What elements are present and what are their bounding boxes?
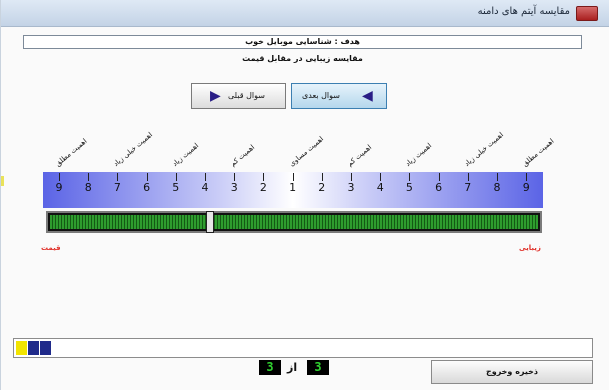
scale-tick <box>292 173 294 181</box>
question-counter: 3 از 3 <box>257 358 347 378</box>
scale-label: اهمیت مساوی <box>287 134 325 168</box>
slider-thumb[interactable] <box>206 211 214 233</box>
scale-number: 2 <box>259 181 267 194</box>
scale-label: اهمیت مطلق <box>521 137 556 168</box>
scale-tick <box>117 173 119 181</box>
progress-strip <box>13 338 593 358</box>
scale-label: اهمیت کم <box>229 143 257 168</box>
goal-text: هدف : شناسایی موبایل خوب <box>23 35 582 49</box>
scale-label: اهمیت مطلق <box>53 137 89 168</box>
current-question-display: 3 <box>259 360 281 375</box>
save-exit-button[interactable]: ذخیره وخروج <box>431 360 593 384</box>
scale-label: اهمیت خیلی زیاد <box>462 130 505 168</box>
scale-number: 3 <box>230 181 238 194</box>
scale-tick <box>59 173 60 181</box>
scale-labels: اهمیت مطلق اهمیت خیلی زیاد اهمیت زیاد اهمیت… <box>41 120 561 172</box>
scale-tick <box>467 173 469 181</box>
progress-cell <box>16 341 27 355</box>
beauty-end-label: زیبایی <box>519 244 541 252</box>
scale-tick <box>497 173 498 181</box>
comparison-title: مقایسه زیبایی در مقابل قیمت <box>242 54 363 63</box>
scale-tick <box>321 173 323 181</box>
scale-tick <box>146 173 148 181</box>
scale-label: اهمیت کم <box>345 143 374 168</box>
scale-tick <box>205 173 206 181</box>
scale-label: اهمیت خیلی زیاد <box>112 130 155 168</box>
price-end-label: قیمت <box>41 244 61 252</box>
scale-number: 3 <box>347 181 355 194</box>
scale-label: اهمیت زیاد <box>404 141 434 168</box>
scale-number: 9 <box>522 181 530 194</box>
progress-cell <box>40 341 51 355</box>
comparison-window: مقایسه آیتم های دامنه هدف : شناسایی موبا… <box>0 0 609 390</box>
scale-tick <box>380 173 382 181</box>
progress-cell <box>28 341 39 355</box>
arrow-right-icon: ▶ <box>210 88 221 104</box>
scale-number: 9 <box>55 181 63 194</box>
window-title: مقایسه آیتم های دامنه <box>477 6 570 17</box>
scale-number: 6 <box>435 181 443 194</box>
scale-label: اهمیت زیاد <box>170 141 200 168</box>
edge-marker <box>1 176 4 186</box>
total-questions-display: 3 <box>307 360 329 375</box>
scale-tick <box>409 173 411 181</box>
scale-number: 2 <box>318 181 326 194</box>
scale-tick <box>175 173 177 181</box>
scale-tick <box>438 173 440 181</box>
scale-number: 4 <box>201 181 209 194</box>
scale-tick <box>88 173 90 181</box>
scale-tick <box>526 173 528 181</box>
scale-number: 1 <box>289 181 297 194</box>
arrow-left-icon: ◀ <box>362 88 373 104</box>
title-bar: مقایسه آیتم های دامنه <box>1 0 609 27</box>
scale-number: 4 <box>376 181 384 194</box>
app-icon <box>576 6 598 21</box>
progress-fill <box>16 341 52 355</box>
scale-number: 5 <box>172 181 180 194</box>
previous-question-button[interactable]: ▶ سوال قبلی <box>191 83 286 109</box>
scale-number: 8 <box>493 181 501 194</box>
of-label: از <box>287 361 298 374</box>
scale-number: 5 <box>405 181 413 194</box>
next-question-label: سوال بعدی <box>302 91 340 100</box>
scale-tick <box>263 173 265 181</box>
next-question-button[interactable]: سوال بعدی ◀ <box>291 83 387 109</box>
slider-fill <box>50 215 538 229</box>
scale-number: 8 <box>84 181 92 194</box>
scale-tick <box>351 173 352 181</box>
scale-number: 6 <box>143 181 151 194</box>
scale-tick <box>234 173 236 181</box>
scale-band: 9 8 7 6 5 4 3 2 1 2 3 4 5 6 7 8 9 <box>43 172 543 208</box>
scale-number: 7 <box>464 181 472 194</box>
scale-number: 7 <box>113 181 121 194</box>
preference-slider[interactable] <box>46 211 542 233</box>
previous-question-label: سوال قبلی <box>228 91 265 100</box>
